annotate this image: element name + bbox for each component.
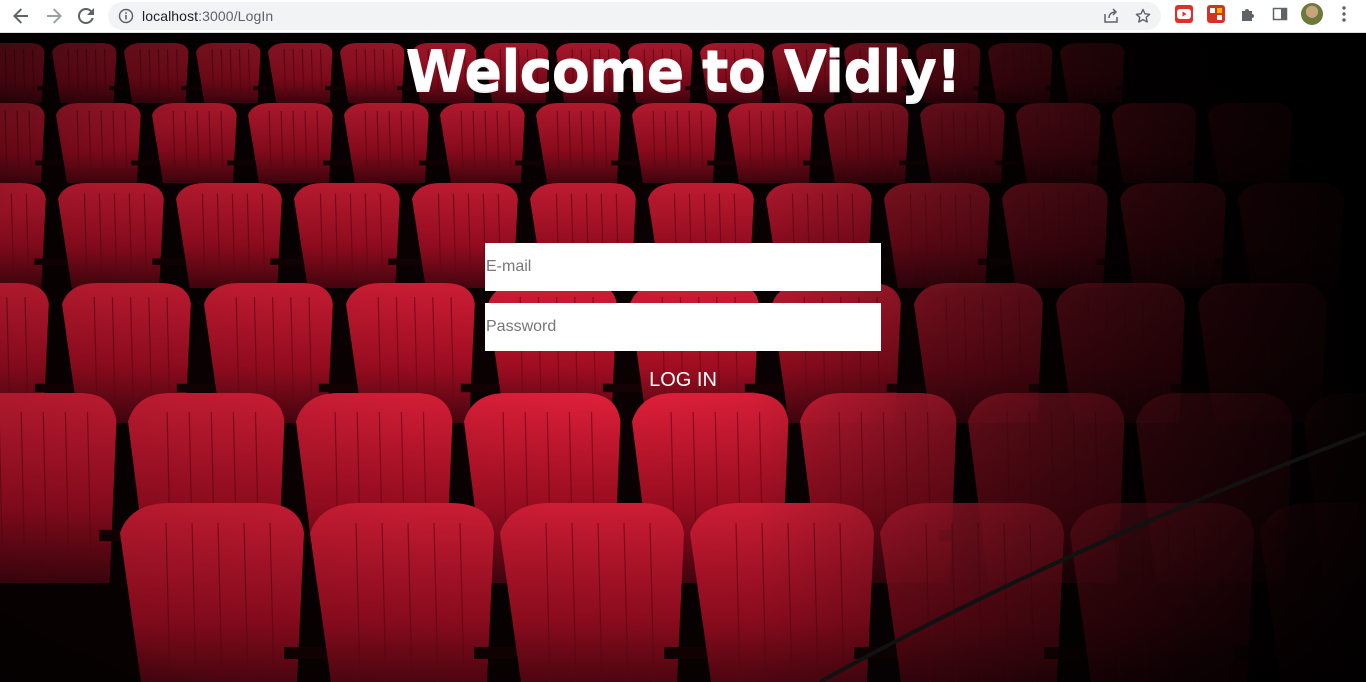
reload-icon <box>78 8 94 24</box>
profile-avatar[interactable] <box>1301 3 1323 25</box>
reload-button[interactable] <box>72 2 100 30</box>
bookmark-star-icon[interactable] <box>1135 8 1151 24</box>
kebab-menu-icon[interactable] <box>1336 5 1352 23</box>
forward-button[interactable] <box>40 2 68 30</box>
url-host: localhost <box>142 8 199 24</box>
back-button[interactable] <box>7 2 35 30</box>
cinema-seats-background <box>0 33 1366 682</box>
arrow-right-icon <box>47 8 62 24</box>
page-title: Welcome to Vidly! <box>405 39 961 104</box>
share-icon[interactable] <box>1103 8 1119 24</box>
login-button[interactable]: LOG IN <box>583 366 783 394</box>
arrow-left-icon <box>13 8 28 24</box>
browser-toolbar: localhost:3000/LogIn <box>0 0 1366 33</box>
extension-icon[interactable] <box>1207 5 1225 23</box>
youtube-extension-icon[interactable] <box>1175 5 1193 23</box>
url-text[interactable]: localhost:3000/LogIn <box>142 8 273 24</box>
login-page: Welcome to Vidly! LOG IN <box>0 33 1366 682</box>
address-bar[interactable]: localhost:3000/LogIn <box>108 2 1161 30</box>
info-icon[interactable] <box>118 8 134 24</box>
email-input[interactable] <box>485 243 881 291</box>
side-panel-icon[interactable] <box>1271 5 1289 23</box>
password-input[interactable] <box>485 303 881 351</box>
extensions-puzzle-icon[interactable] <box>1239 5 1257 23</box>
url-path: :3000/LogIn <box>198 8 274 24</box>
